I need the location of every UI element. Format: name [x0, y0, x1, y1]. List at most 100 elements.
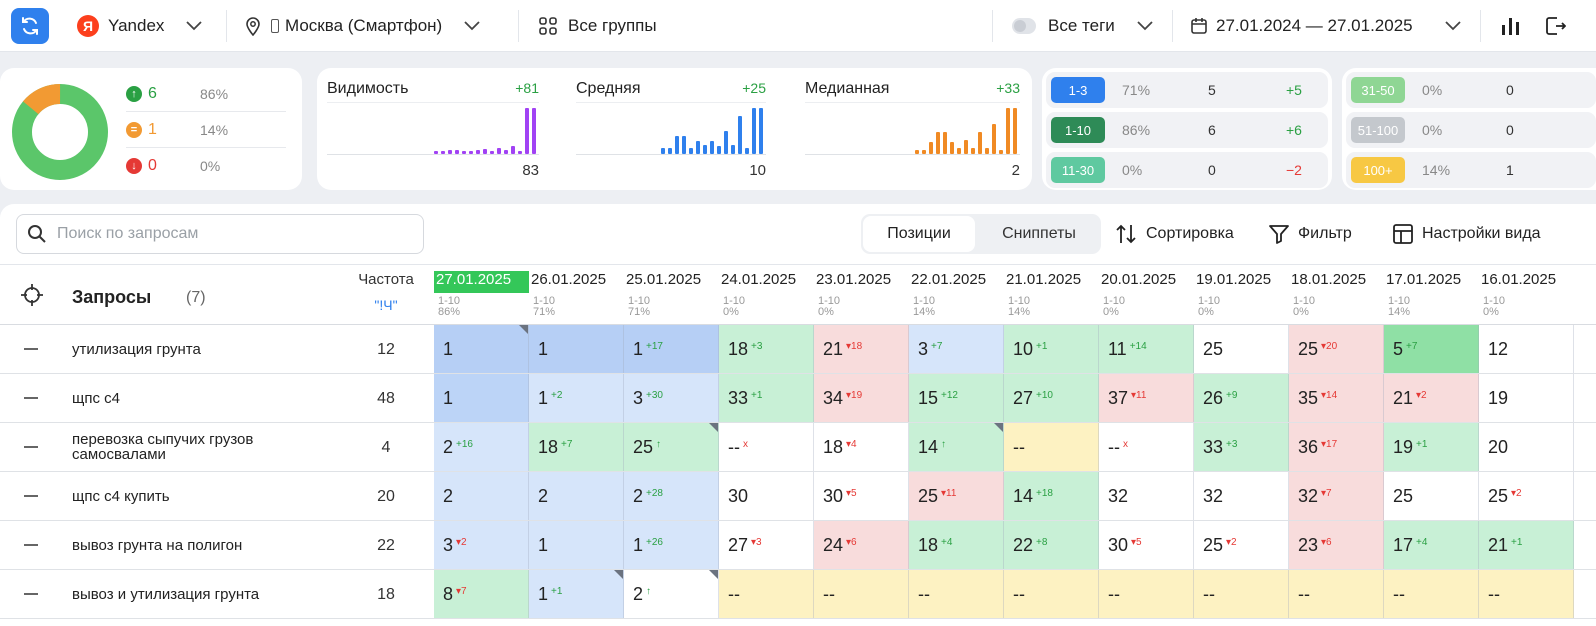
date-column-header[interactable]: 21.01.2025 — [1004, 271, 1099, 293]
frequency-type[interactable]: "!Ч" — [340, 297, 432, 313]
range-row-100-plus[interactable]: 100+ 14% 1 — [1346, 152, 1596, 188]
position-cell[interactable]: 11 +14 — [1099, 325, 1194, 373]
position-cell[interactable]: 1 — [434, 374, 529, 422]
position-cell[interactable]: 1 — [434, 325, 529, 373]
query-text[interactable]: вывоз и утилизация грунта — [72, 587, 334, 602]
region-selector[interactable]: Москва (Смартфон) — [245, 0, 480, 52]
tab-snippets[interactable]: Сниппеты — [979, 216, 1099, 252]
tags-toggle[interactable] — [1012, 18, 1036, 34]
position-cell[interactable]: 19 — [1479, 374, 1574, 422]
position-cell[interactable]: 33 +1 — [719, 374, 814, 422]
query-text[interactable]: перевозка сыпучих грузов самосвалами — [72, 432, 292, 462]
position-cell[interactable]: 20 — [1479, 423, 1574, 471]
position-cell[interactable]: 19 +1 — [1384, 423, 1479, 471]
position-cell[interactable]: 8 ▾7 — [434, 570, 529, 618]
row-dash-icon[interactable] — [24, 446, 38, 448]
position-cell[interactable]: 25 — [1194, 325, 1289, 373]
position-cell[interactable]: 3 +7 — [909, 325, 1004, 373]
position-cell[interactable]: 17 +4 — [1384, 521, 1479, 569]
range-row-31-50[interactable]: 31-50 0% 0 — [1346, 72, 1596, 108]
position-cell[interactable]: 23 ▾6 — [1289, 521, 1384, 569]
metric-median[interactable]: Медианная +33 2 — [805, 76, 1020, 184]
position-cell[interactable]: -- — [1384, 570, 1479, 618]
stat-up[interactable]: ↑ 6 86% — [126, 76, 286, 112]
row-dash-icon[interactable] — [24, 348, 38, 350]
position-cell[interactable]: -- — [1099, 570, 1194, 618]
position-cell[interactable]: 21 +1 — [1479, 521, 1574, 569]
position-cell[interactable]: 26 +9 — [1194, 374, 1289, 422]
position-cell[interactable]: -- — [1004, 423, 1099, 471]
date-column-header[interactable]: 27.01.2025 — [434, 271, 529, 293]
queries-header[interactable]: Запросы — [72, 287, 151, 308]
sort-button[interactable]: Сортировка — [1114, 204, 1234, 264]
row-dash-icon[interactable] — [24, 495, 38, 497]
position-cell[interactable]: 34 ▾19 — [814, 374, 909, 422]
range-row-51-100[interactable]: 51-100 0% 0 — [1346, 112, 1596, 148]
position-cell[interactable]: 21 ▾2 — [1384, 374, 1479, 422]
query-text[interactable]: щпс с4 купить — [72, 489, 334, 504]
position-cell[interactable]: -- — [1289, 570, 1384, 618]
position-cell[interactable]: 25 ↑ — [624, 423, 719, 471]
date-column-header[interactable]: 26.01.2025 — [529, 271, 624, 293]
metric-average[interactable]: Средняя +25 10 — [576, 76, 766, 184]
position-cell[interactable]: 3 +30 — [624, 374, 719, 422]
date-column-header[interactable]: 23.01.2025 — [814, 271, 909, 293]
position-cell[interactable]: -- — [814, 570, 909, 618]
position-cell[interactable]: 25 ▾11 — [909, 472, 1004, 520]
position-cell[interactable]: 14 +18 — [1004, 472, 1099, 520]
position-cell[interactable]: 25 ▾2 — [1479, 472, 1574, 520]
query-text[interactable]: вывоз грунта на полигон — [72, 538, 334, 553]
position-cell[interactable]: 1 +26 — [624, 521, 719, 569]
position-cell[interactable]: 18 +7 — [529, 423, 624, 471]
table-row[interactable]: вывоз и утилизация грунта 18 8 ▾7 1 +1 2 ↑ -- -- -… — [0, 570, 1596, 619]
position-cell[interactable]: 32 — [1099, 472, 1194, 520]
table-row[interactable]: перевозка сыпучих грузов самосвалами 4 2 +1… — [0, 423, 1596, 472]
date-column-header[interactable]: 18.01.2025 — [1289, 271, 1384, 293]
position-cell[interactable]: 30 ▾5 — [814, 472, 909, 520]
position-cell[interactable]: 2 +28 — [624, 472, 719, 520]
groups-selector[interactable]: Все группы — [538, 0, 657, 52]
search-input[interactable]: Поиск по запросам — [16, 214, 424, 254]
date-column-header[interactable]: 25.01.2025 — [624, 271, 719, 293]
range-row-1-10[interactable]: 1-10 86% 6 +6 — [1046, 112, 1328, 148]
crosshair-icon[interactable] — [20, 283, 44, 307]
engine-selector[interactable]: Я Yandex — [77, 0, 203, 52]
position-cell[interactable]: 2 +16 — [434, 423, 529, 471]
table-row[interactable]: щпс с4 купить 20 2 2 2 +28 30 30 ▾5 25 ▾11 14 +18 32 3… — [0, 472, 1596, 521]
view-settings-button[interactable]: Настройки вида — [1392, 204, 1541, 264]
stat-down[interactable]: ↓ 0 0% — [126, 148, 286, 184]
position-cell[interactable]: 2 — [434, 472, 529, 520]
table-row[interactable]: утилизация грунта 12 1 1 1 +17 18 +3 21 ▾18 3 +7 10 +… — [0, 325, 1596, 374]
date-range-selector[interactable]: 27.01.2024 — 27.01.2025 — [1190, 0, 1461, 52]
position-cell[interactable]: -- — [719, 570, 814, 618]
date-column-header[interactable]: 22.01.2025 — [909, 271, 1004, 293]
filter-button[interactable]: Фильтр — [1268, 204, 1352, 264]
position-cell[interactable]: 3 ▾2 — [434, 521, 529, 569]
date-column-header[interactable]: 16.01.2025 — [1479, 271, 1574, 293]
position-cell[interactable]: -- — [909, 570, 1004, 618]
date-column-header[interactable]: 24.01.2025 — [719, 271, 814, 293]
position-cell[interactable]: 37 ▾11 — [1099, 374, 1194, 422]
position-cell[interactable]: 33 +3 — [1194, 423, 1289, 471]
export-button[interactable] — [1544, 0, 1566, 52]
table-row[interactable]: щпс с4 48 1 1 +2 3 +30 33 +1 34 ▾19 15 +12 27 +10 37 ▾11… — [0, 374, 1596, 423]
position-cell[interactable]: 30 — [719, 472, 814, 520]
range-row-1-3[interactable]: 1-3 71% 5 +5 — [1046, 72, 1328, 108]
position-cell[interactable]: -- — [1479, 570, 1574, 618]
position-cell[interactable]: 1 +2 — [529, 374, 624, 422]
position-cell[interactable]: 2 ↑ — [624, 570, 719, 618]
date-column-header[interactable]: 19.01.2025 — [1194, 271, 1289, 293]
refresh-button[interactable] — [11, 8, 49, 44]
position-cell[interactable]: 12 — [1479, 325, 1574, 373]
query-text[interactable]: щпс с4 — [72, 391, 334, 406]
frequency-header[interactable]: Частота — [340, 271, 432, 288]
position-cell[interactable]: 27 +10 — [1004, 374, 1099, 422]
date-column-header[interactable]: 17.01.2025 — [1384, 271, 1479, 293]
position-cell[interactable]: 18 +4 — [909, 521, 1004, 569]
position-cell[interactable]: 10 +1 — [1004, 325, 1099, 373]
position-cell[interactable]: -- x — [1099, 423, 1194, 471]
position-cell[interactable]: 22 +8 — [1004, 521, 1099, 569]
tab-positions[interactable]: Позиции — [863, 216, 975, 252]
position-cell[interactable]: 30 ▾5 — [1099, 521, 1194, 569]
position-cell[interactable]: -- x — [719, 423, 814, 471]
